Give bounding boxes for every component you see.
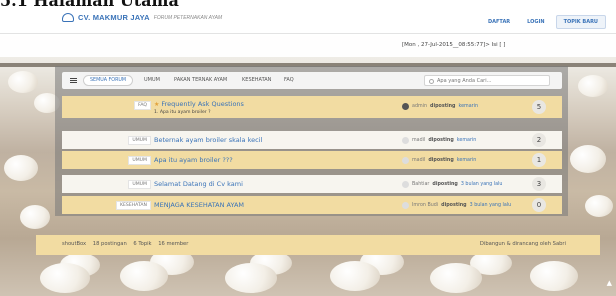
category-badge[interactable]: UMUM bbox=[128, 156, 151, 165]
topic-subtitle: 1. Apa itu ayam broiler ? bbox=[154, 110, 211, 115]
topic-row[interactable]: UMUM Apa itu ayam broiler ??? madil dipos… bbox=[62, 151, 562, 169]
post-count: 18 postingan bbox=[92, 241, 127, 247]
login-link[interactable]: LOGIN bbox=[521, 16, 550, 28]
credit-text: Dibangun & dirancang oleh Sabri bbox=[479, 241, 566, 247]
all-forum-pill[interactable]: SEMUA FORUM bbox=[83, 75, 134, 86]
forum-stats: shoutBox 18 postingan 6 Topik 16 member bbox=[62, 241, 193, 247]
topic-author: Imron Budi diposting 3 bulan yang lalu bbox=[402, 202, 511, 209]
date-strip bbox=[0, 35, 616, 57]
menu-icon[interactable] bbox=[70, 78, 77, 83]
topic-row[interactable]: FAQ ★ Frequently Ask Questions 1. Apa itu… bbox=[62, 96, 562, 118]
top-nav: DAFTAR LOGIN TOPIK BARU bbox=[482, 15, 606, 29]
member-count: 16 member bbox=[158, 241, 189, 247]
topic-row[interactable]: KESEHATAN MENJAGA KESEHATAN AYAM Imron B… bbox=[62, 196, 562, 214]
subnav-faq[interactable]: FAQ bbox=[284, 77, 294, 83]
topic-title[interactable]: MENJAGA KESEHATAN AYAM bbox=[154, 201, 244, 209]
category-badge[interactable]: FAQ bbox=[134, 101, 151, 110]
avatar bbox=[402, 103, 409, 110]
site-logo[interactable]: CV. MAKMUR JAYA FORUM PETERNAKAN AYAM bbox=[62, 13, 222, 22]
topic-count: 6 Topik bbox=[133, 241, 152, 247]
topic-author: Bahtiar diposting 3 bulan yang lalu bbox=[402, 181, 502, 188]
topic-row[interactable]: UMUM Selamat Datang di Cv kami Bahtiar di… bbox=[62, 175, 562, 193]
reply-count: 1 bbox=[532, 153, 546, 167]
logo-tagline: FORUM PETERNAKAN AYAM bbox=[153, 14, 223, 21]
reply-count: 2 bbox=[532, 133, 546, 147]
reply-count: 3 bbox=[532, 177, 546, 191]
search-box[interactable] bbox=[424, 75, 550, 86]
top-navbar: CV. MAKMUR JAYA FORUM PETERNAKAN AYAM DA… bbox=[0, 9, 616, 34]
avatar bbox=[402, 181, 409, 188]
star-icon: ★ bbox=[154, 101, 160, 108]
new-topic-button[interactable]: TOPIK BARU bbox=[555, 15, 606, 29]
subnav-umum[interactable]: UMUM bbox=[144, 77, 160, 83]
topic-title[interactable]: ★ Frequently Ask Questions bbox=[154, 100, 244, 108]
category-badge[interactable]: KESEHATAN bbox=[115, 201, 151, 210]
shoutbox-link[interactable]: shoutBox bbox=[62, 241, 86, 247]
topic-title[interactable]: Beternak ayam broiler skala kecil bbox=[154, 136, 262, 144]
register-link[interactable]: DAFTAR bbox=[482, 16, 516, 28]
current-datetime: [Mon , 27-Jul-2015__08:55:77]> Isi [ ] bbox=[402, 42, 506, 48]
avatar bbox=[402, 137, 409, 144]
subnav-kesehatan[interactable]: KESEHATAN bbox=[242, 77, 271, 83]
category-badge[interactable]: UMUM bbox=[128, 136, 151, 145]
category-badge[interactable]: UMUM bbox=[128, 180, 151, 189]
avatar bbox=[402, 157, 409, 164]
topic-author: madil diposting kemarin bbox=[402, 137, 476, 144]
reply-count: 0 bbox=[532, 198, 546, 212]
reply-count: 5 bbox=[532, 100, 546, 114]
topic-author: madil diposting kemarin bbox=[402, 157, 476, 164]
avatar bbox=[402, 202, 409, 209]
scroll-top-icon[interactable]: ▲ bbox=[607, 279, 612, 287]
forum-stats-bar: shoutBox 18 postingan 6 Topik 16 member … bbox=[36, 235, 600, 255]
subnav-pakan-ternak-ayam[interactable]: PAKAN TERNAK AYAM bbox=[174, 77, 227, 83]
topic-author: admin diposting kemarin bbox=[402, 103, 478, 110]
search-input[interactable] bbox=[437, 76, 547, 85]
topic-title[interactable]: Apa itu ayam broiler ??? bbox=[154, 156, 233, 164]
logo-icon bbox=[62, 13, 74, 22]
forum-subnav: SEMUA FORUM UMUM PAKAN TERNAK AYAM KESEH… bbox=[62, 72, 562, 89]
search-icon bbox=[429, 78, 434, 84]
topic-title[interactable]: Selamat Datang di Cv kami bbox=[154, 180, 243, 188]
topic-row[interactable]: UMUM Beternak ayam broiler skala kecil m… bbox=[62, 131, 562, 149]
logo-name: CV. MAKMUR JAYA bbox=[78, 13, 150, 22]
document-heading: 5.1 Halaman Utama bbox=[0, 0, 179, 10]
